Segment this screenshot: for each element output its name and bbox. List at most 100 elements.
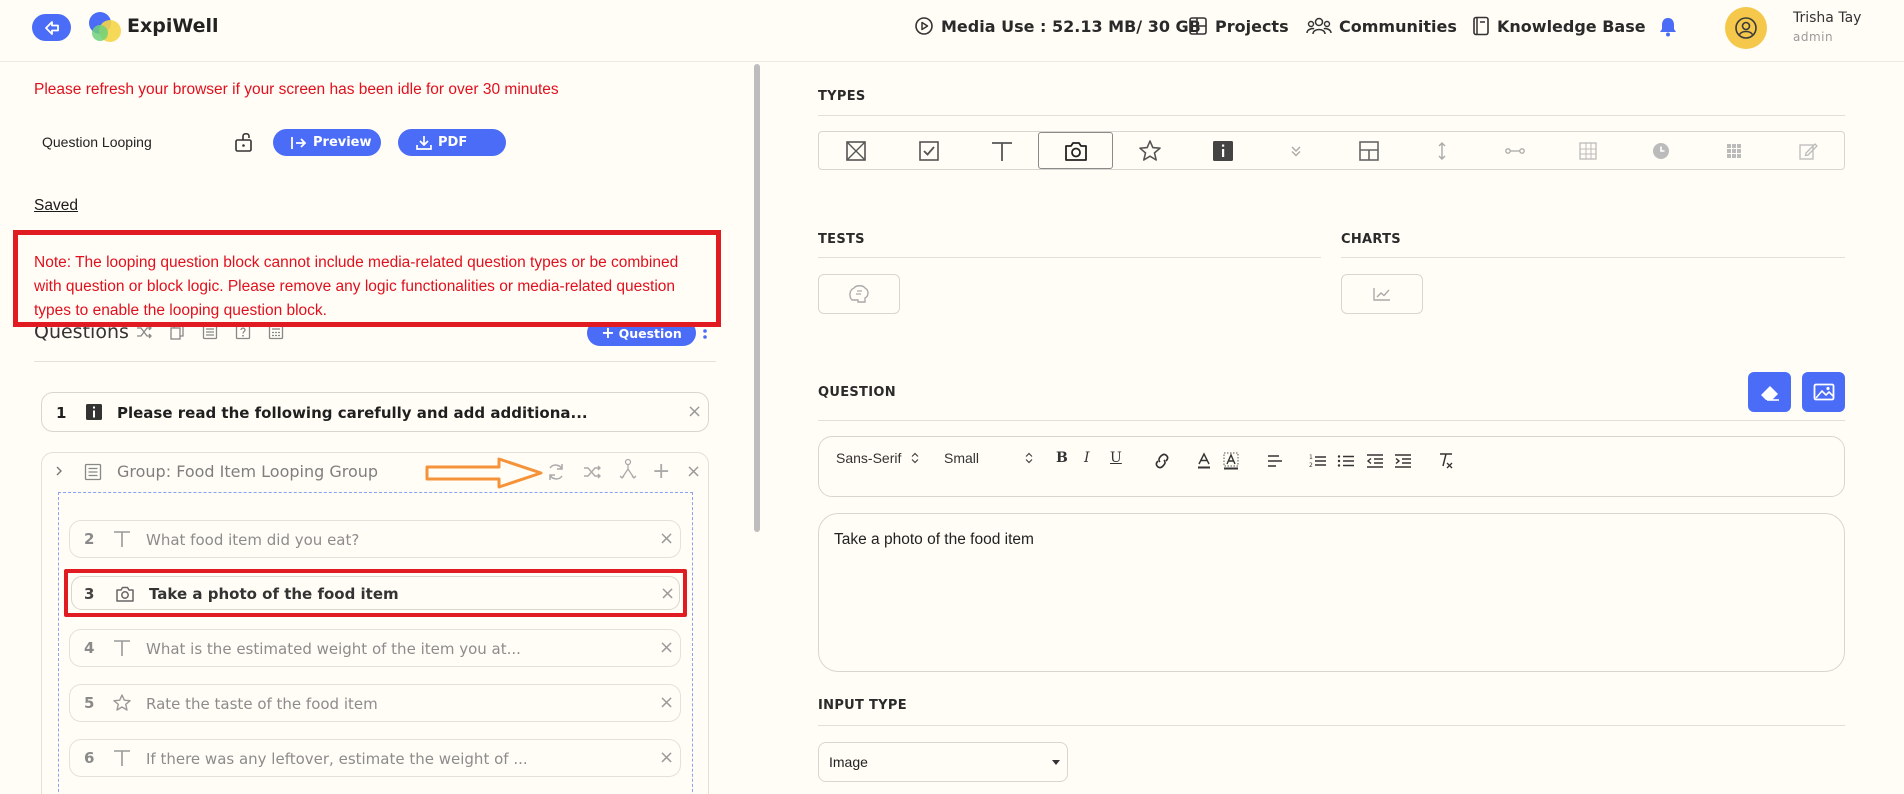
preview-button[interactable]: Preview	[273, 129, 381, 156]
question-number: 2	[84, 530, 95, 548]
nav-knowledge-base-label: Knowledge Base	[1497, 16, 1646, 36]
italic-icon[interactable]: I	[1084, 450, 1090, 466]
font-size-value: Small	[944, 450, 980, 466]
edit-icon	[1798, 142, 1818, 160]
left-panel-scrollbar[interactable]	[754, 64, 760, 532]
outdent-icon[interactable]	[1366, 453, 1384, 469]
font-size-select[interactable]: Small	[944, 450, 1033, 466]
logic-icon[interactable]	[618, 458, 638, 482]
test-item-button[interactable]	[818, 274, 900, 314]
avatar[interactable]	[1725, 7, 1767, 49]
preview-icon	[291, 136, 307, 149]
question-number: 3	[84, 585, 95, 603]
type-signature[interactable]	[1771, 132, 1844, 169]
type-slider[interactable]	[1406, 132, 1479, 169]
camera-icon	[116, 586, 134, 602]
clock-icon	[1653, 142, 1670, 159]
input-type-select[interactable]: Image	[818, 742, 1068, 782]
user-name: Trisha Tay	[1793, 10, 1862, 26]
text-icon	[114, 750, 130, 766]
refresh-warning: Please refresh your browser if your scre…	[34, 81, 559, 98]
question-editor[interactable]: Take a photo of the food item	[818, 513, 1845, 672]
link-icon[interactable]	[1153, 453, 1171, 469]
question-text: Please read the following carefully and …	[117, 404, 588, 422]
font-family-select[interactable]: Sans-Serif	[836, 450, 919, 466]
tests-divider	[818, 257, 1321, 258]
question-divider	[818, 420, 1845, 421]
clear-format-button[interactable]	[1748, 372, 1791, 412]
type-info[interactable]	[1186, 132, 1259, 169]
star-icon	[113, 694, 131, 711]
list-item[interactable]: 5 Rate the taste of the food item ×	[69, 684, 681, 722]
svg-text:2: 2	[1309, 462, 1313, 469]
type-grid[interactable]	[1333, 132, 1406, 169]
type-time[interactable]	[1625, 132, 1698, 169]
question-row[interactable]: 1 Please read the following carefully an…	[41, 392, 709, 432]
question-number: 5	[84, 694, 95, 712]
layout-icon	[1359, 140, 1379, 161]
type-checkbox[interactable]	[892, 132, 965, 169]
highlight-color-icon[interactable]	[1223, 452, 1239, 470]
bell-icon[interactable]	[1658, 16, 1678, 38]
nav-communities[interactable]: Communities	[1306, 16, 1457, 36]
types-label: TYPES	[818, 89, 866, 104]
type-rating[interactable]	[1113, 132, 1186, 169]
nav-knowledge-base[interactable]: Knowledge Base	[1472, 16, 1646, 36]
charts-label: CHARTS	[1341, 232, 1401, 247]
remove-icon[interactable]: ×	[659, 692, 674, 713]
type-dropdown[interactable]	[1259, 132, 1332, 169]
eraser-icon	[1760, 386, 1779, 401]
remove-icon[interactable]: ×	[659, 637, 674, 658]
expiwell-logo	[89, 12, 121, 42]
pdf-button[interactable]: PDF	[398, 129, 506, 156]
loop-icon[interactable]	[546, 462, 566, 482]
remove-icon[interactable]: ×	[660, 583, 675, 604]
updown-chevron-icon	[911, 452, 919, 464]
type-media[interactable]	[1038, 132, 1114, 169]
chart-item-button[interactable]	[1341, 274, 1423, 314]
ordered-list-icon[interactable]: 12	[1309, 453, 1327, 469]
list-item[interactable]: 6 If there was any leftover, estimate th…	[69, 739, 681, 777]
brain-icon	[849, 285, 869, 303]
list-item[interactable]: 4 What is the estimated weight of the it…	[69, 629, 681, 667]
remove-icon[interactable]: ×	[687, 401, 702, 422]
list-item[interactable]: 2 What food item did you eat? ×	[69, 520, 681, 558]
user-circle-icon	[1735, 17, 1757, 39]
align-left-icon[interactable]	[1267, 454, 1283, 468]
remove-group-icon[interactable]: ×	[686, 461, 701, 482]
unlock-icon[interactable]	[233, 130, 257, 154]
image-icon	[1813, 383, 1834, 401]
star-type-icon	[1139, 139, 1161, 161]
underline-icon[interactable]: U	[1110, 450, 1122, 466]
insert-image-button[interactable]	[1802, 372, 1845, 412]
text-color-icon[interactable]	[1197, 452, 1211, 470]
saved-status[interactable]: Saved	[34, 197, 78, 215]
info-icon	[86, 404, 102, 420]
type-image-choice[interactable]	[1552, 132, 1625, 169]
remove-icon[interactable]: ×	[659, 747, 674, 768]
add-to-group-icon[interactable]: +	[652, 459, 670, 484]
shuffle-group-icon[interactable]	[583, 463, 601, 481]
input-type-label: INPUT TYPE	[818, 698, 907, 713]
clear-formatting-icon[interactable]	[1438, 452, 1454, 470]
bold-icon[interactable]: B	[1056, 450, 1068, 466]
indent-icon[interactable]	[1394, 453, 1412, 469]
looping-note: Note: The looping question block cannot …	[13, 230, 721, 327]
pdf-label: PDF	[438, 135, 468, 150]
questions-divider	[34, 361, 716, 362]
remove-icon[interactable]: ×	[659, 528, 674, 549]
active-question-row[interactable]: 3 Take a photo of the food item ×	[64, 569, 687, 617]
plus-icon: +	[601, 323, 615, 342]
type-multiple-choice[interactable]	[819, 132, 892, 169]
type-matrix[interactable]	[1698, 132, 1771, 169]
bullet-list-icon[interactable]	[1337, 453, 1355, 469]
type-range[interactable]	[1479, 132, 1552, 169]
info-type-icon	[1212, 140, 1233, 161]
type-text[interactable]	[965, 132, 1038, 169]
preview-label: Preview	[313, 135, 372, 150]
back-button[interactable]	[32, 14, 71, 41]
download-icon	[416, 136, 432, 150]
chevron-right-icon[interactable]	[55, 465, 63, 477]
nav-projects[interactable]: Projects	[1188, 16, 1289, 36]
group-icon	[84, 463, 102, 481]
